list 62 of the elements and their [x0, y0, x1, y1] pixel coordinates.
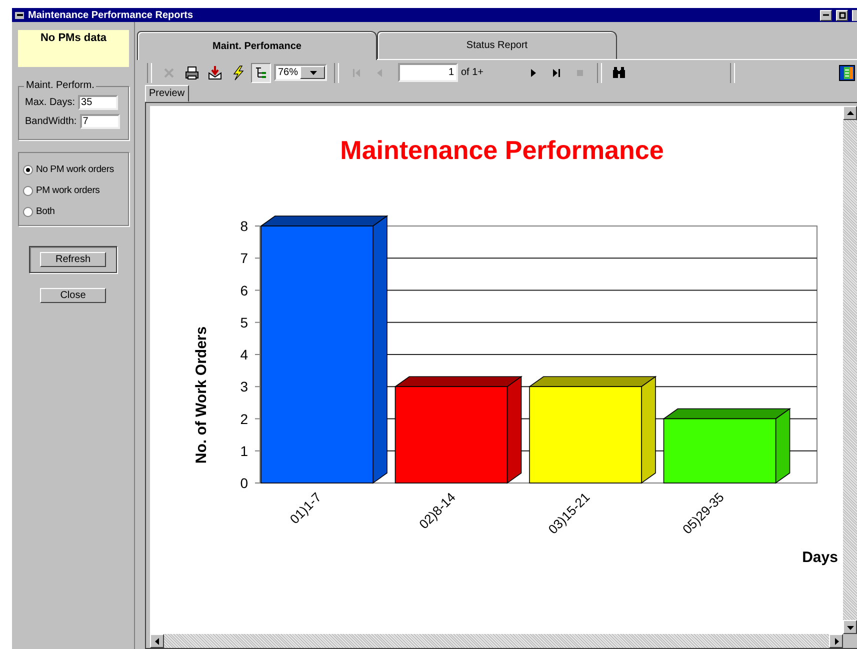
group-title: Maint. Perform.: [24, 80, 96, 91]
radio-button[interactable]: [23, 206, 33, 216]
vertical-scrollbar[interactable]: [843, 106, 857, 634]
axis-title: Days: [802, 549, 838, 566]
last-page-icon: [553, 68, 560, 76]
axis-tick-label: 8: [240, 218, 248, 234]
axis-tick-label: 4: [240, 346, 248, 362]
report-button[interactable]: [837, 62, 857, 82]
zoom-dropdown[interactable]: 76%: [274, 64, 327, 81]
input-field[interactable]: 7: [80, 114, 120, 129]
maximize-icon: [838, 12, 846, 18]
envelope-icon: [207, 64, 223, 80]
axis-title: No. of Work Orders: [193, 326, 210, 464]
tab[interactable]: Status Report: [377, 31, 617, 59]
close-button[interactable]: [852, 10, 857, 20]
notice-label: No PMs data: [18, 30, 129, 67]
left-arrow-icon: [154, 638, 160, 644]
up-arrow-icon: [846, 110, 854, 116]
right-arrow-icon: [832, 638, 840, 644]
axis-tick-label: 5: [240, 314, 248, 330]
app-icon: [15, 10, 25, 20]
field-label: Max. Days:: [25, 97, 76, 108]
first-page-icon: [352, 68, 360, 76]
printer-icon: [184, 64, 200, 80]
down-arrow-icon: [846, 624, 854, 630]
axis-tick-label: 2: [240, 410, 248, 427]
minimize-button[interactable]: [820, 10, 832, 20]
radio-button[interactable]: [23, 186, 33, 196]
axis-tick-label: 0: [240, 475, 248, 491]
window-title: Maintenance Performance Reports: [28, 10, 194, 20]
input-field[interactable]: 35: [78, 95, 118, 110]
tree-icon: [253, 64, 269, 80]
action-button[interactable]: Refresh: [40, 252, 106, 267]
radio-label: PM work orders: [36, 185, 100, 196]
caret-icon: [310, 70, 317, 74]
up-arrow-button[interactable]: [843, 106, 857, 120]
tab[interactable]: Maint. Perfomance: [137, 31, 377, 60]
radio-label: Both: [36, 206, 55, 217]
binoculars-icon: [610, 64, 627, 80]
tab[interactable]: Preview: [145, 85, 189, 102]
action-button[interactable]: Close: [40, 288, 106, 303]
tree-button[interactable]: [251, 62, 271, 82]
down-arrow-button[interactable]: [843, 620, 857, 634]
radio-button[interactable]: [23, 164, 33, 174]
left-arrow-button[interactable]: [150, 634, 164, 648]
right-arrow-button[interactable]: [829, 634, 843, 648]
minimize-icon: [823, 14, 829, 16]
maximize-button[interactable]: [836, 10, 848, 20]
chart-title: Maintenance Performance: [340, 135, 664, 165]
horizontal-scrollbar[interactable]: [150, 634, 843, 648]
radio-label: No PM work orders: [36, 164, 114, 175]
report-icon: [839, 64, 855, 80]
axis-tick-label: 7: [240, 250, 248, 266]
previous-icon: [376, 68, 382, 76]
axis-tick-label: 1: [240, 442, 248, 459]
next-icon: [531, 68, 536, 76]
stop-icon: [576, 70, 583, 76]
axis-tick-label: 6: [240, 282, 248, 298]
axis-tick-label: 3: [240, 378, 248, 395]
page-field[interactable]: 1: [398, 63, 458, 82]
page-count: of 1+: [461, 67, 484, 78]
field-label: BandWidth:: [25, 116, 77, 127]
